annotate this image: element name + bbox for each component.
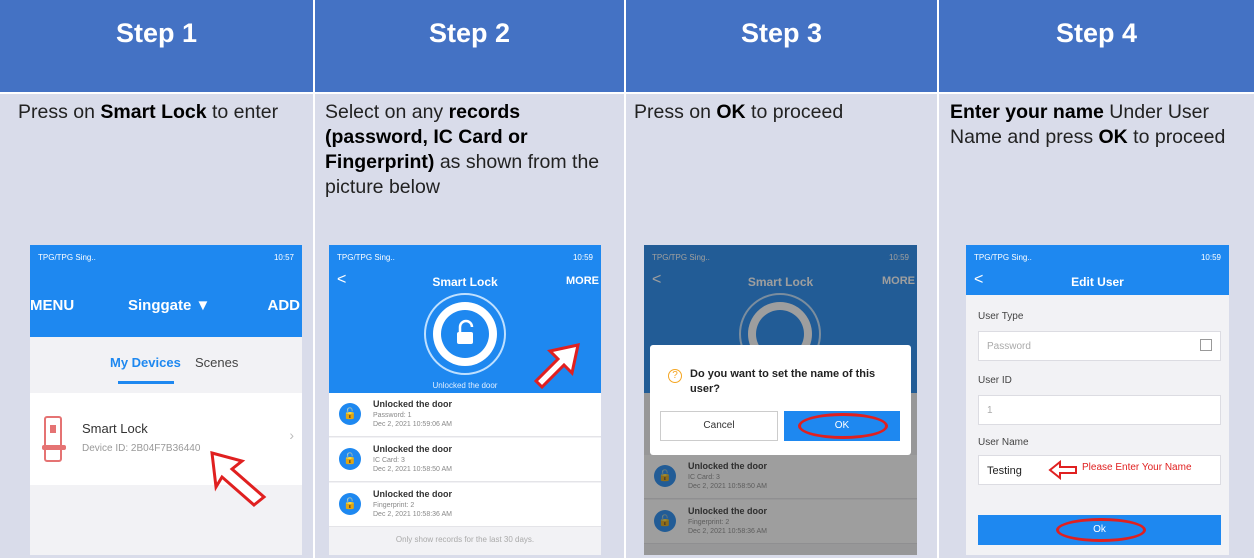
instruction-emphasis: OK: [716, 101, 746, 123]
step-header-4: Step 4: [939, 0, 1254, 94]
record-title: Unlocked the door: [373, 399, 453, 409]
instruction-text: Press on: [18, 101, 101, 123]
tutorial-grid: Step 1 Step 2 Step 3 Step 4 Press on Sma…: [0, 0, 1254, 558]
status-bar: TPG/TPG Sing.. 10:59: [329, 245, 601, 269]
status-time: 10:57: [273, 252, 294, 262]
instruction-emphasis: OK: [1098, 126, 1128, 148]
user-type-label: User Type: [978, 311, 1024, 322]
record-detail: Fingerprint: 2: [373, 502, 415, 509]
unlock-record-icon: 🔓: [339, 403, 361, 425]
more-button[interactable]: MORE: [566, 275, 599, 287]
status-bar: TPG/TPG Sing.. 10:57: [30, 245, 302, 269]
pointer-arrow-icon: [534, 343, 580, 390]
user-type-value: Password: [987, 341, 1031, 352]
status-carrier: TPG/TPG Sing..: [974, 252, 1032, 262]
tab-scenes[interactable]: Scenes: [195, 355, 238, 370]
record-time: Dec 2, 2021 10:59:06 AM: [373, 421, 452, 428]
highlight-ellipse: [798, 413, 888, 439]
status-bar: TPG/TPG Sing.. 10:59: [966, 245, 1229, 269]
tab-my-devices[interactable]: My Devices: [110, 355, 181, 370]
step-label: Step 1: [115, 18, 198, 48]
pointer-arrow-icon: [1048, 460, 1077, 480]
instruction-text: Select on any: [325, 101, 449, 123]
record-detail: Password: 1: [373, 412, 412, 419]
status-time: 10:59: [572, 252, 593, 262]
chevron-right-icon: ›: [289, 427, 294, 443]
instruction-text: to proceed: [1127, 126, 1226, 148]
instruction-text: to proceed: [745, 101, 844, 123]
phone-screenshot-2: TPG/TPG Sing.. 10:59 < Smart Lock MORE U…: [329, 245, 601, 555]
device-name: Smart Lock: [82, 421, 148, 436]
status-carrier: TPG/TPG Sing..: [38, 252, 96, 262]
record-title: Unlocked the door: [373, 489, 453, 499]
divider: [624, 0, 626, 558]
instruction-text: to enter: [206, 101, 279, 123]
record-item[interactable]: 🔓 Unlocked the door IC Card: 3 Dec 2, 20…: [329, 438, 601, 482]
status-time: 10:59: [1200, 252, 1221, 262]
app-header: TPG/TPG Sing.. 10:57 MENU Singgate ▼ ADD: [30, 245, 302, 337]
unlock-icon: [424, 293, 506, 375]
unlock-record-icon: 🔓: [339, 448, 361, 470]
device-id: Device ID: 2B04F7B36440: [82, 443, 201, 454]
cancel-label: Cancel: [703, 420, 735, 431]
step-header-3: Step 3: [626, 0, 937, 94]
step-instruction-4: Enter your name Under User Name and pres…: [950, 100, 1250, 150]
smart-lock-icon: [42, 416, 66, 462]
home-selector[interactable]: Singgate ▼: [128, 297, 210, 314]
user-id-label: User ID: [978, 375, 1012, 386]
step-header-2: Step 2: [315, 0, 624, 94]
instruction-emphasis: Enter your name: [950, 101, 1104, 123]
instruction-text: Press on: [634, 101, 717, 123]
select-icon: [1200, 339, 1212, 351]
record-time: Dec 2, 2021 10:58:36 AM: [373, 511, 452, 518]
unlock-record-icon: 🔓: [339, 493, 361, 515]
menu-button[interactable]: MENU: [30, 297, 74, 314]
user-id-value: 1: [987, 405, 993, 416]
divider: [313, 0, 315, 558]
record-title: Unlocked the door: [373, 444, 453, 454]
dialog-message: Do you want to set the name of this user…: [690, 368, 876, 395]
user-name-label: User Name: [978, 437, 1029, 448]
record-time: Dec 2, 2021 10:58:50 AM: [373, 466, 452, 473]
instruction-emphasis: Smart Lock: [100, 101, 207, 123]
user-type-field[interactable]: Password: [978, 331, 1221, 361]
step-label: Step 4: [1055, 18, 1138, 48]
user-id-field[interactable]: 1: [978, 395, 1221, 425]
pointer-arrow-icon: [210, 450, 267, 507]
tab-indicator: [118, 381, 174, 384]
record-detail: IC Card: 3: [373, 457, 405, 464]
step-instruction-3: Press on OK to proceed: [634, 100, 930, 125]
page-title: Edit User: [1071, 275, 1124, 289]
step-instruction-1: Press on Smart Lock to enter: [18, 100, 298, 125]
phone-screenshot-1: TPG/TPG Sing.. 10:57 MENU Singgate ▼ ADD…: [30, 245, 302, 555]
cancel-button[interactable]: Cancel: [660, 411, 778, 441]
page-title: Smart Lock: [432, 275, 498, 289]
annotation-text: Please Enter Your Name: [1082, 462, 1192, 473]
question-icon: ?: [668, 369, 682, 383]
step-instruction-2: Select on any records (password, IC Card…: [325, 100, 607, 200]
step-label: Step 3: [740, 18, 823, 48]
phone-screenshot-3: TPG/TPG Sing.. 10:59 < Smart Lock MORE 🔓…: [644, 245, 917, 555]
divider: [0, 92, 1254, 94]
status-carrier: TPG/TPG Sing..: [337, 252, 395, 262]
highlight-ellipse: [1056, 518, 1146, 542]
user-name-value: Testing: [987, 465, 1022, 477]
add-button[interactable]: ADD: [268, 297, 301, 314]
tab-bar: My Devices Scenes: [30, 337, 302, 387]
confirm-dialog: ? Do you want to set the name of this us…: [650, 345, 911, 455]
record-item[interactable]: 🔓 Unlocked the door Fingerprint: 2 Dec 2…: [329, 483, 601, 527]
step-label: Step 2: [428, 18, 511, 48]
step-header-1: Step 1: [0, 0, 313, 94]
phone-screenshot-4: TPG/TPG Sing.. 10:59 < Edit User User Ty…: [966, 245, 1229, 555]
record-item[interactable]: 🔓 Unlocked the door Password: 1 Dec 2, 2…: [329, 393, 601, 437]
divider: [937, 0, 939, 558]
records-footer: Only show records for the last 30 days.: [395, 535, 535, 544]
app-header: TPG/TPG Sing.. 10:59 < Edit User: [966, 245, 1229, 295]
